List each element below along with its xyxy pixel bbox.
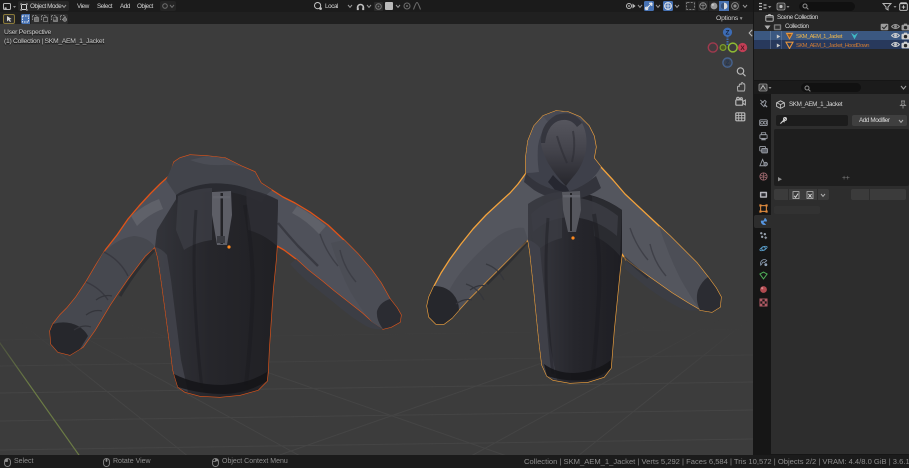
svg-text:Z: Z — [726, 61, 730, 67]
svg-text:X: X — [740, 45, 745, 52]
svg-text:Z: Z — [726, 30, 730, 37]
